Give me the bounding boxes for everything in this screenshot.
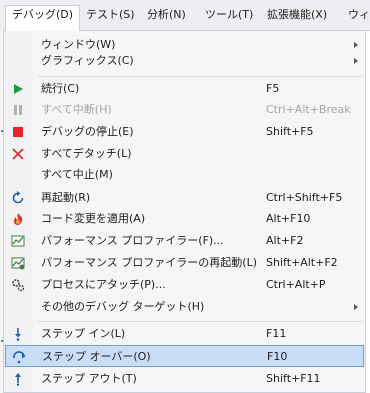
- pause-icon: [10, 102, 26, 118]
- menu-item-shortcut: Shift+F5: [266, 125, 314, 138]
- menu-item-shortcut: Ctrl+Alt+P: [266, 278, 326, 291]
- menu-separator: [38, 321, 362, 322]
- attach-process-icon: [10, 277, 26, 293]
- menu-item-shortcut: Shift+F11: [266, 372, 321, 385]
- step-into-icon: [10, 326, 26, 342]
- menu-item-shortcut: F10: [267, 350, 288, 363]
- step-out-icon: [10, 371, 26, 387]
- menubar-window[interactable]: ウィン: [342, 5, 370, 25]
- menu-item-label: 続行(C): [41, 82, 80, 95]
- menu-item-label: ステップ オーバー(O): [42, 350, 151, 363]
- menu-item-label: ステップ イン(L): [41, 327, 126, 340]
- profiler-restart-icon: [10, 255, 26, 271]
- menu-item-step-out[interactable]: ステップ アウト(T) Shift+F11: [5, 368, 364, 390]
- menu-item-label: ステップ アウト(T): [41, 372, 137, 385]
- menu-item-shortcut: Shift+Alt+F2: [266, 256, 338, 269]
- submenu-arrow-icon: [354, 304, 358, 310]
- menu-item-shortcut: Alt+F10: [266, 212, 311, 225]
- menu-item-label: すべて中断(H): [41, 103, 112, 116]
- menu-item-restart[interactable]: 再起動(R) Ctrl+Shift+F5: [5, 187, 364, 209]
- menu-separator: [38, 76, 362, 77]
- debug-menu: ウィンドウ(W) グラフィックス(C) 続行(C) F5 すべて中断(H) Ct…: [3, 30, 366, 393]
- menubar-test[interactable]: テスト(S): [80, 5, 141, 25]
- menu-item-shortcut: F11: [266, 327, 287, 340]
- menu-item-step-over[interactable]: ステップ オーバー(O) F10: [5, 345, 364, 367]
- menu-item-shortcut: Ctrl+Shift+F5: [266, 191, 343, 204]
- menu-item-terminate-all[interactable]: すべて中止(M): [5, 164, 364, 186]
- menu-bar: デバッグ(D) テスト(S) 分析(N) ツール(T) 拡張機能(X) ウィン: [0, 0, 370, 31]
- restart-icon: [10, 190, 26, 206]
- menu-item-graphics[interactable]: グラフィックス(C): [5, 50, 364, 72]
- menubar-extensions[interactable]: 拡張機能(X): [261, 5, 333, 25]
- profiler-icon: [10, 233, 26, 249]
- menu-item-performance-profiler[interactable]: パフォーマンス プロファイラー(F)... Alt+F2: [5, 230, 364, 252]
- menu-item-stop-debugging[interactable]: デバッグの停止(E) Shift+F5: [5, 121, 364, 143]
- menu-item-label: デバッグの停止(E): [41, 125, 134, 138]
- menubar-debug[interactable]: デバッグ(D): [5, 5, 81, 31]
- menu-item-label: すべて中止(M): [41, 168, 113, 181]
- hot-reload-icon: [10, 211, 26, 227]
- play-icon: [10, 81, 26, 97]
- menubar-analyze[interactable]: 分析(N): [141, 5, 192, 25]
- menu-item-apply-code-changes[interactable]: コード変更を適用(A) Alt+F10: [5, 208, 364, 230]
- menu-item-continue[interactable]: 続行(C) F5: [5, 78, 364, 100]
- menu-item-label: プロセスにアタッチ(P)...: [41, 278, 166, 291]
- menu-item-label: その他のデバッグ ターゲット(H): [41, 300, 205, 313]
- stop-icon: [10, 124, 26, 140]
- menu-item-detach-all[interactable]: すべてデタッチ(L): [5, 143, 364, 165]
- menu-item-restart-profiler[interactable]: パフォーマンス プロファイラーの再起動(L) Shift+Alt+F2: [5, 252, 364, 274]
- menu-item-shortcut: Alt+F2: [266, 234, 304, 247]
- menu-item-label: パフォーマンス プロファイラーの再起動(L): [41, 256, 257, 269]
- submenu-arrow-icon: [354, 58, 358, 64]
- detach-icon: [10, 146, 26, 162]
- menu-item-attach-to-process[interactable]: プロセスにアタッチ(P)... Ctrl+Alt+P: [5, 274, 364, 296]
- menu-item-shortcut: F5: [266, 82, 280, 95]
- menu-item-label: コード変更を適用(A): [41, 212, 146, 225]
- menu-item-label: グラフィックス(C): [41, 54, 134, 67]
- menu-item-other-debug-targets[interactable]: その他のデバッグ ターゲット(H): [5, 296, 364, 318]
- menu-item-label: 再起動(R): [41, 191, 91, 204]
- menu-item-step-into[interactable]: ステップ イン(L) F11: [5, 323, 364, 345]
- menu-item-shortcut: Ctrl+Alt+Break: [266, 103, 351, 116]
- menu-item-label: すべてデタッチ(L): [41, 147, 132, 160]
- step-over-icon: [11, 349, 27, 365]
- menubar-tools[interactable]: ツール(T): [199, 5, 259, 25]
- menu-item-break-all[interactable]: すべて中断(H) Ctrl+Alt+Break: [5, 99, 364, 121]
- menu-item-label: パフォーマンス プロファイラー(F)...: [41, 234, 224, 247]
- submenu-arrow-icon: [354, 42, 358, 48]
